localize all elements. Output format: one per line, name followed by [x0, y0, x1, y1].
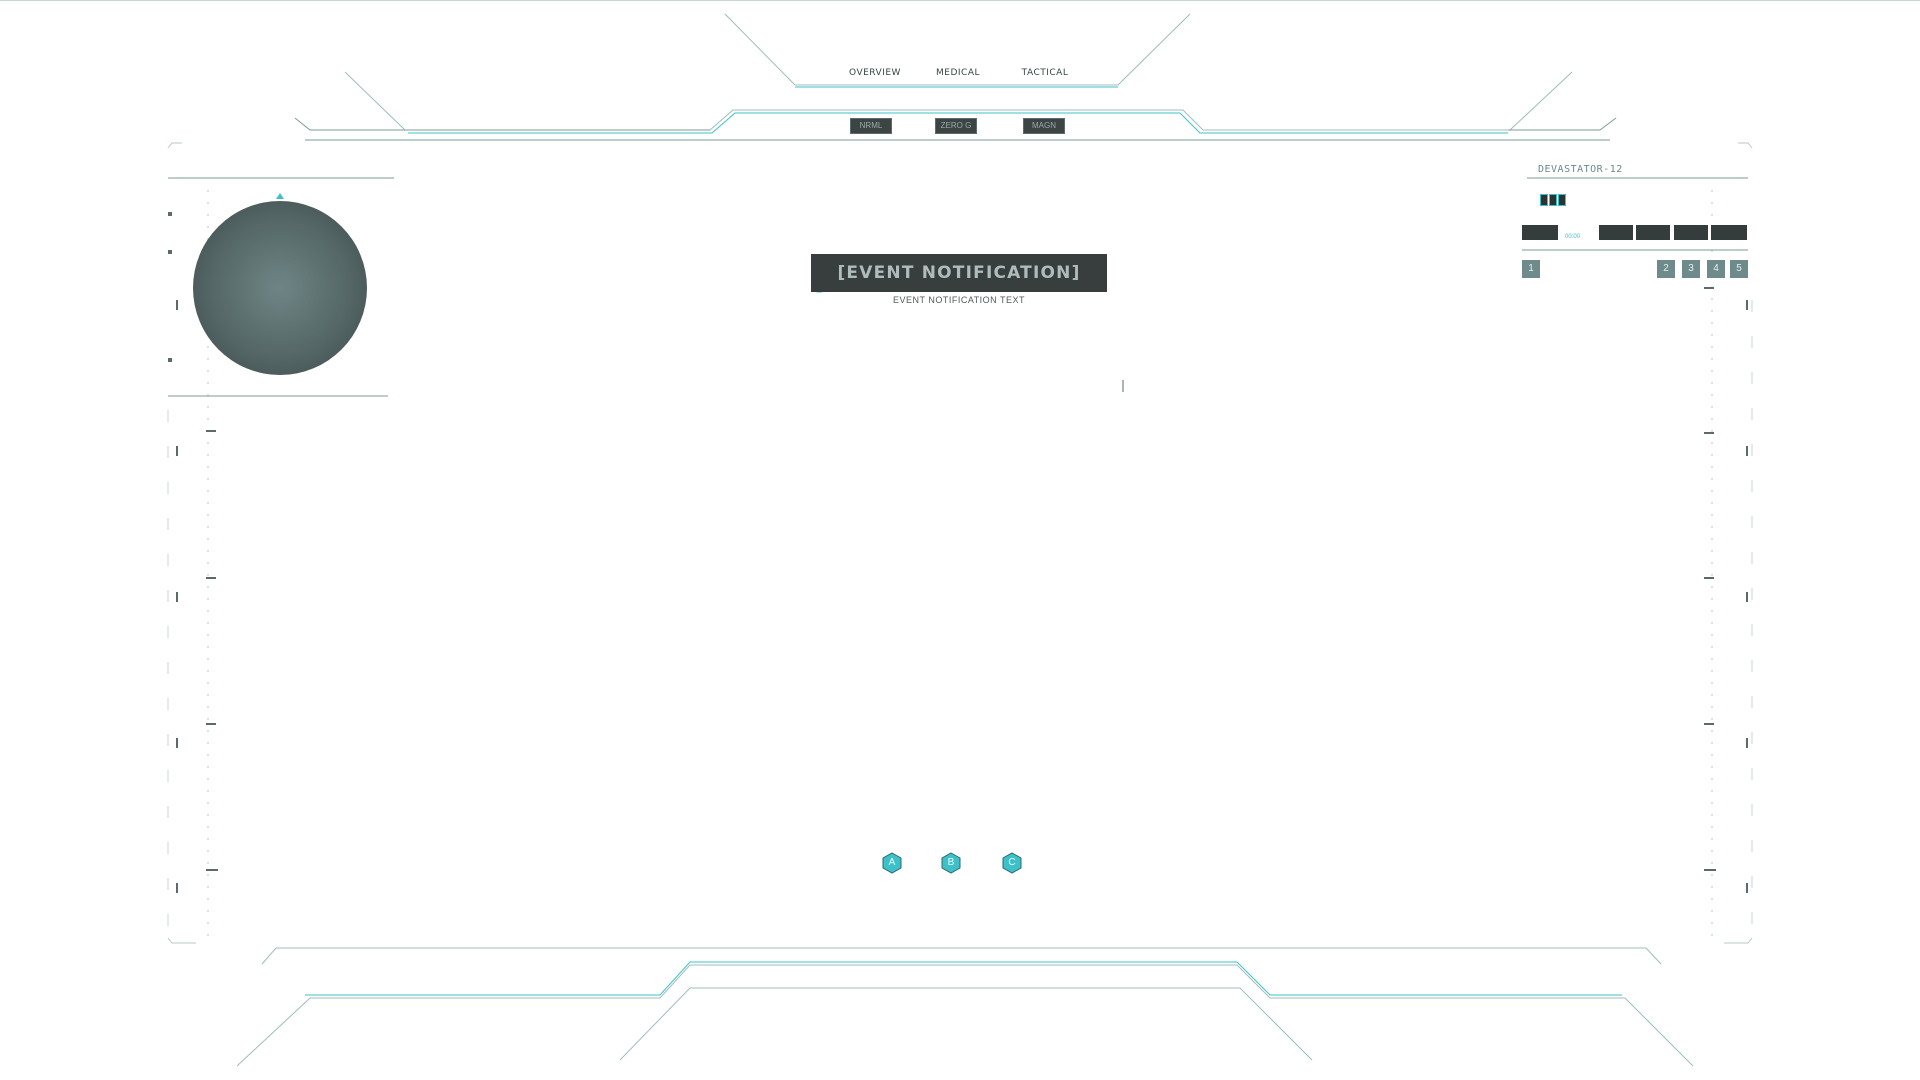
- gravity-normal-button[interactable]: NRML: [850, 118, 892, 134]
- weapon-slot-panel: [1636, 225, 1670, 240]
- ability-a-button[interactable]: A: [881, 852, 903, 874]
- ability-c-label: C: [1008, 857, 1016, 868]
- event-notification-text: EVENT NOTIFICATION TEXT: [892, 295, 1025, 305]
- rail-ticks: [168, 212, 1748, 893]
- slot-tab-1[interactable]: 1: [1522, 260, 1540, 278]
- ability-b-label: B: [947, 857, 955, 868]
- tab-tactical[interactable]: TACTICAL: [1000, 68, 1090, 78]
- weapon-slot-panel: [1711, 225, 1747, 240]
- ammo-pip: [1540, 194, 1548, 206]
- radar-minimap: [193, 201, 367, 375]
- ammo-pip: [1558, 194, 1566, 206]
- slot-tab-2[interactable]: 2: [1657, 260, 1675, 278]
- timer-value: 00:00: [1565, 234, 1581, 240]
- gravity-magn-button[interactable]: MAGN: [1023, 118, 1065, 134]
- weapon-slot-panel: [1599, 225, 1633, 240]
- event-notification-title: [EVENT NOTIFICATION]: [811, 254, 1107, 292]
- tab-medical[interactable]: MEDICAL: [913, 68, 1003, 78]
- ammo-pip: [1549, 194, 1557, 206]
- tab-overview[interactable]: OVERVIEW: [830, 68, 920, 78]
- slot-tab-4[interactable]: 4: [1707, 260, 1725, 278]
- bottom-frame-lines: [236, 947, 1694, 1067]
- slot-tab-3[interactable]: 3: [1682, 260, 1700, 278]
- weapon-name-label: DEVASTATOR-12: [1538, 164, 1623, 175]
- slot-tab-5[interactable]: 5: [1730, 260, 1748, 278]
- ability-c-button[interactable]: C: [1001, 852, 1023, 874]
- gravity-zero-g-button[interactable]: ZERO G: [935, 118, 977, 134]
- weapon-slot-panel: [1522, 225, 1558, 240]
- ability-b-button[interactable]: B: [940, 852, 962, 874]
- ability-a-label: A: [888, 857, 896, 868]
- weapon-slot-panel: [1674, 225, 1708, 240]
- hud-frame: [0, 0, 1920, 1067]
